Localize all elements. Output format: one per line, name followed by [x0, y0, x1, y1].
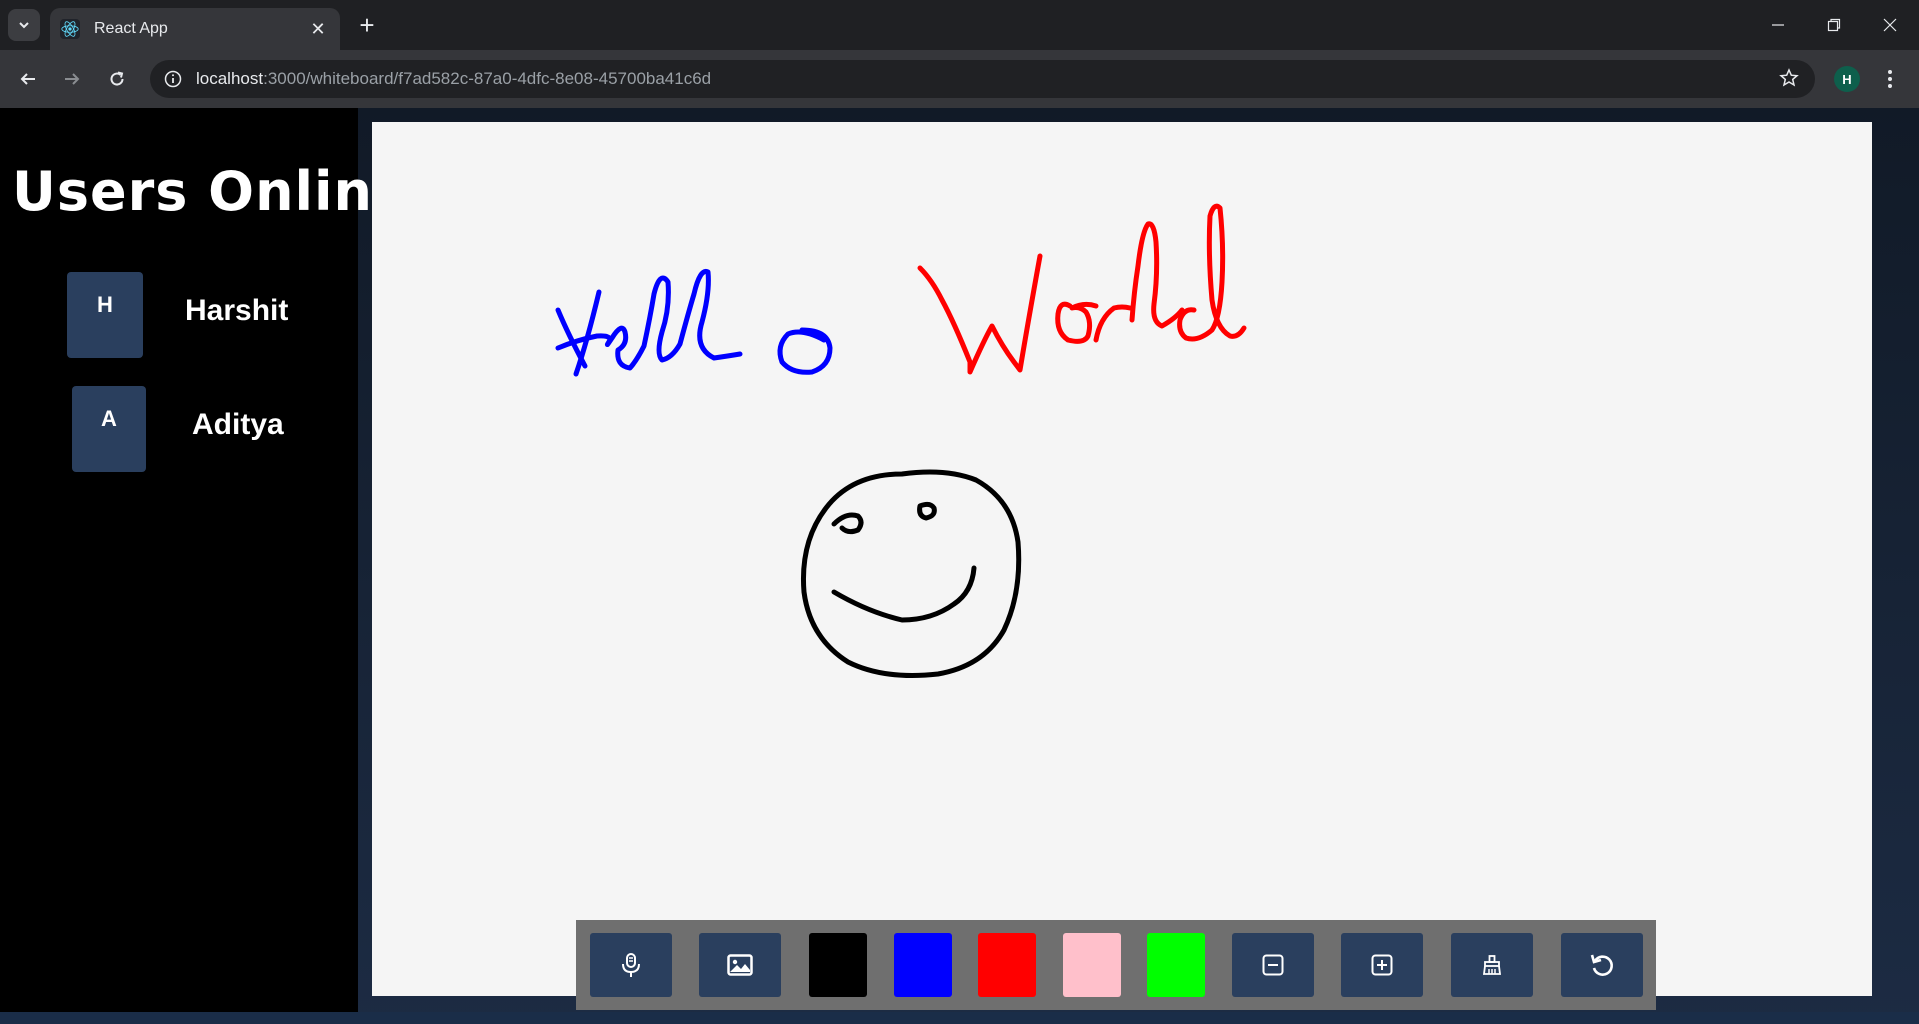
forward-button[interactable] — [56, 63, 88, 95]
back-button[interactable] — [12, 63, 44, 95]
profile-avatar[interactable]: H — [1834, 66, 1860, 92]
minimize-icon — [1772, 24, 1784, 26]
close-icon — [1883, 18, 1897, 32]
microphone-button[interactable] — [590, 933, 672, 997]
canvas-drawings — [555, 203, 1247, 678]
image-button[interactable] — [699, 933, 781, 997]
user-name: Harshit — [185, 294, 289, 327]
tab-search-button[interactable] — [8, 9, 40, 41]
new-tab-button[interactable]: + — [352, 10, 382, 40]
color-black-swatch[interactable] — [809, 933, 867, 997]
arrow-left-icon — [20, 73, 35, 85]
zoom-in-icon — [1371, 954, 1393, 976]
bottom-strip — [0, 1012, 1919, 1024]
color-green-swatch[interactable] — [1147, 933, 1205, 997]
color-pink-swatch[interactable] — [1063, 933, 1121, 997]
browser-toolbar: localhost:3000/whiteboard/f7ad582c-87a0-… — [0, 50, 1919, 108]
color-red-swatch[interactable] — [978, 933, 1036, 997]
reload-button[interactable] — [101, 63, 133, 95]
hello-text — [555, 269, 833, 377]
reload-icon — [110, 71, 124, 86]
site-info-icon[interactable] — [162, 68, 184, 90]
browser-tab-bar: React App ✕ + — [0, 0, 1919, 50]
undo-icon — [1590, 954, 1613, 976]
color-blue-swatch[interactable] — [894, 933, 952, 997]
drawing-canvas[interactable] — [372, 122, 1872, 996]
arrow-right-icon — [65, 73, 80, 85]
broom-icon — [1482, 955, 1502, 975]
decrease-brush-button[interactable] — [1232, 933, 1314, 997]
image-icon — [727, 954, 753, 976]
increase-brush-button[interactable] — [1341, 933, 1423, 997]
drawing-toolbar — [576, 920, 1656, 1010]
clear-canvas-button[interactable] — [1451, 933, 1533, 997]
user-list-item: A Aditya — [0, 386, 358, 472]
user-avatar: H — [67, 272, 143, 358]
user-avatar: A — [72, 386, 146, 472]
address-bar[interactable]: localhost:3000/whiteboard/f7ad582c-87a0-… — [150, 60, 1815, 98]
chevron-down-icon — [19, 22, 29, 29]
browser-tab[interactable]: React App ✕ — [50, 8, 340, 50]
user-name: Aditya — [192, 408, 284, 441]
react-logo-icon — [60, 19, 80, 39]
users-sidebar: Users Online: H Harshit A Aditya — [0, 108, 434, 1012]
minimize-button[interactable] — [1750, 0, 1806, 50]
zoom-out-icon — [1262, 954, 1284, 976]
more-menu-icon[interactable] — [1880, 64, 1900, 94]
user-list-item: H Harshit — [0, 272, 358, 358]
microphone-icon — [622, 953, 640, 977]
bookmark-star-icon[interactable] — [1779, 68, 1799, 93]
smiley-face — [801, 469, 1022, 678]
restore-button[interactable] — [1806, 0, 1862, 50]
users-online-heading: Users Online: — [12, 160, 434, 223]
undo-button[interactable] — [1561, 933, 1643, 997]
close-window-button[interactable] — [1862, 0, 1918, 50]
restore-icon — [1827, 18, 1841, 32]
url-text[interactable]: localhost:3000/whiteboard/f7ad582c-87a0-… — [196, 69, 711, 89]
whiteboard-app: Users Online: H Harshit A Aditya — [0, 108, 1919, 1024]
tab-title: React App — [94, 20, 168, 37]
world-text — [917, 203, 1247, 375]
tab-close-icon[interactable]: ✕ — [304, 19, 332, 40]
